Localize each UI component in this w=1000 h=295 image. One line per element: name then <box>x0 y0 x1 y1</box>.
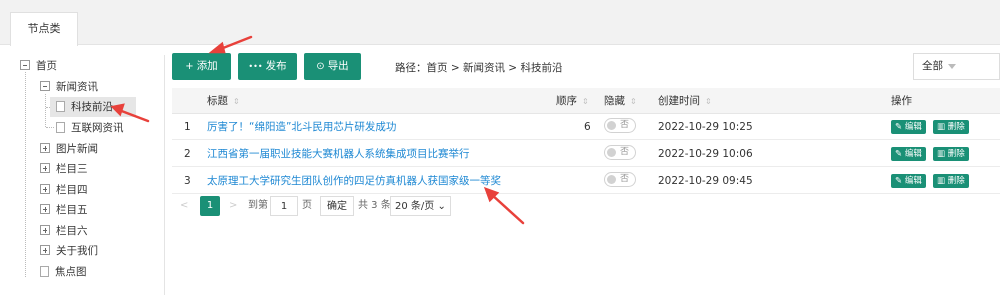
annotation-arrowhead-icon <box>208 41 226 54</box>
annotation-arrow-icon <box>117 108 150 123</box>
annotation-arrowhead-icon <box>110 103 125 117</box>
annotation-arrow-icon <box>489 192 525 225</box>
annotation-arrows <box>110 35 525 225</box>
